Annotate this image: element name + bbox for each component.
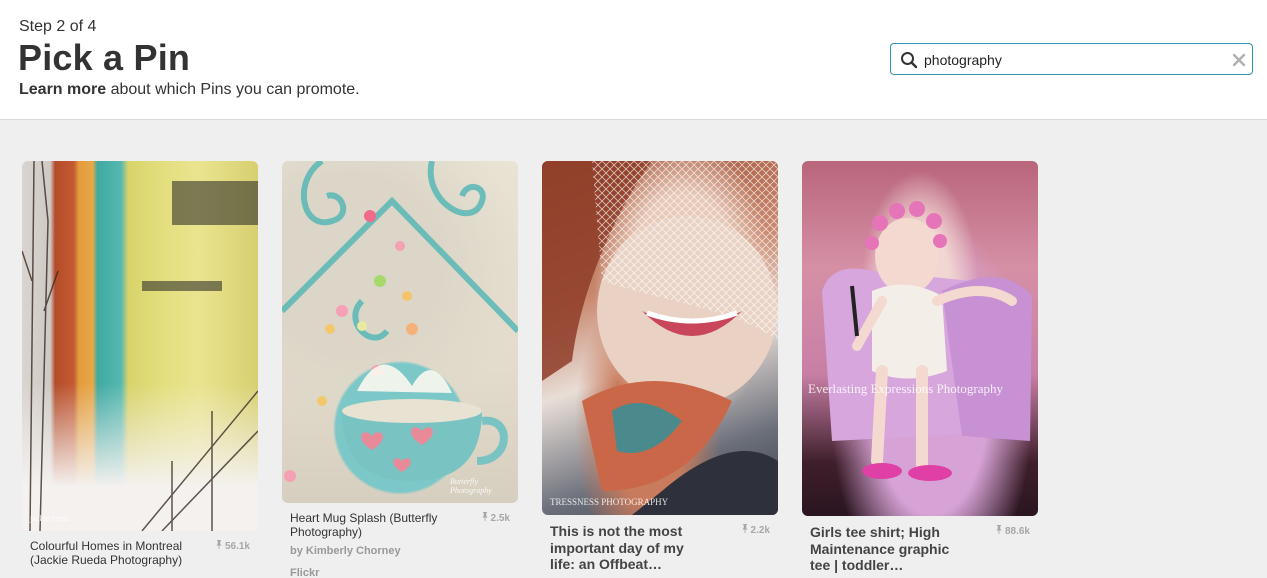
repin-count-value: 2.5k <box>490 513 510 524</box>
repin-count-value: 56.1k <box>224 541 250 552</box>
pin-card[interactable]: jackie rueda Colourful Homes in Montreal… <box>22 161 258 567</box>
page-header: Step 2 of 4 Pick a Pin Learn more about … <box>0 0 1267 120</box>
repin-count: 2.2k <box>741 524 770 536</box>
search-input[interactable] <box>924 49 1214 71</box>
learn-more-link[interactable]: Learn more <box>19 81 106 98</box>
pin-author[interactable]: by Kimberly Chorney <box>290 545 510 557</box>
pin-meta: Heart Mug Splash (Butterfly Photography)… <box>282 503 518 578</box>
pin-watermark: jackie rueda <box>30 514 69 523</box>
close-icon[interactable] <box>1231 52 1247 68</box>
pin-meta: Girls tee shirt; High Maintenance graphi… <box>802 516 1038 574</box>
learn-more-description: about which Pins you can promote. <box>106 81 360 98</box>
pin-image[interactable]: Everlasting Expressions Photography <box>802 161 1038 516</box>
pin-image-art <box>542 161 778 515</box>
pin-title: Girls tee shirt; High Maintenance graphi… <box>810 524 950 573</box>
pin-image[interactable]: jackie rueda <box>22 161 258 531</box>
pin-image-art <box>822 201 1032 481</box>
search-box[interactable] <box>890 43 1253 75</box>
pin-card[interactable]: TRESSNESS PHOTOGRAPHY This is not the mo… <box>542 161 778 573</box>
pushpin-icon <box>996 525 1002 537</box>
pin-meta: Colourful Homes in Montreal (Jackie Rued… <box>22 531 258 567</box>
pushpin-icon <box>216 540 222 552</box>
pin-image[interactable]: TRESSNESS PHOTOGRAPHY <box>542 161 778 515</box>
search-icon <box>901 52 918 69</box>
step-indicator: Step 2 of 4 <box>19 18 97 35</box>
pin-image-art <box>22 161 258 531</box>
pin-card[interactable]: Everlasting Expressions Photography Girl… <box>802 161 1038 574</box>
pin-source[interactable]: Flickr <box>290 567 510 578</box>
repin-count-value: 88.6k <box>1004 526 1030 537</box>
pin-card[interactable]: Butterfly Photography Heart Mug Splash (… <box>282 161 518 578</box>
repin-count: 2.5k <box>481 512 510 524</box>
pin-title: Heart Mug Splash (Butterfly Photography) <box>290 511 438 539</box>
pin-watermark: TRESSNESS PHOTOGRAPHY <box>550 497 669 507</box>
pin-image[interactable]: Butterfly Photography <box>282 161 518 503</box>
learn-more-text: Learn more about which Pins you can prom… <box>19 81 360 99</box>
page-title: Pick a Pin <box>18 37 191 78</box>
pushpin-icon <box>481 512 488 524</box>
repin-count: 88.6k <box>996 525 1030 537</box>
repin-count-value: 2.2k <box>750 525 770 536</box>
pin-title: This is not the most important day of my… <box>550 523 684 572</box>
pushpin-icon <box>741 524 748 536</box>
pin-meta: This is not the most important day of my… <box>542 515 778 573</box>
pin-title: Colourful Homes in Montreal (Jackie Rued… <box>30 539 183 567</box>
repin-count: 56.1k <box>216 540 250 552</box>
pin-image-art <box>282 161 518 482</box>
pin-watermark: Everlasting Expressions Photography <box>808 381 1003 396</box>
pin-grid: jackie rueda Colourful Homes in Montreal… <box>0 121 1267 578</box>
pin-watermark: Butterfly Photography <box>450 477 492 495</box>
